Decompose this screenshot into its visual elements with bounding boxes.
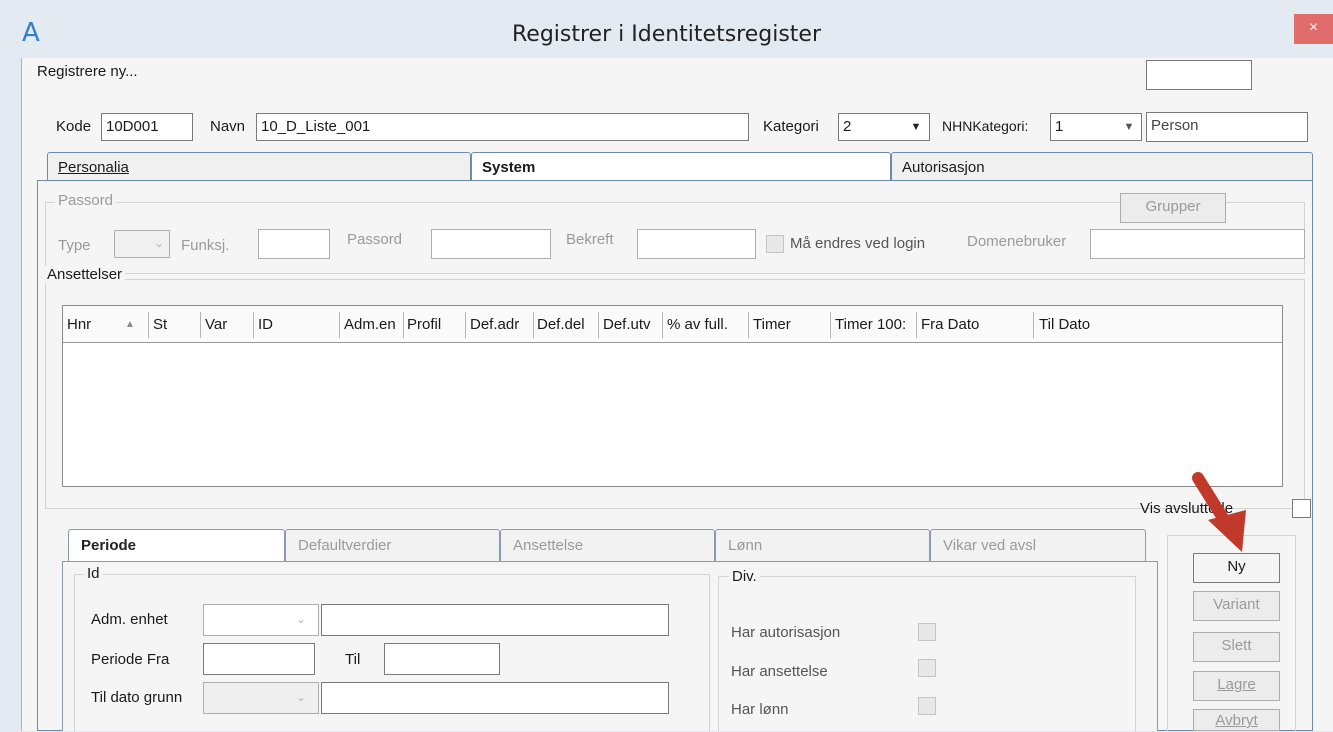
column-header-adm-en[interactable]: Adm.en [344, 316, 404, 333]
column-header-timer-100[interactable]: Timer 100: [835, 316, 917, 333]
column-header-def-utv[interactable]: Def.utv [603, 316, 663, 333]
nhnkategori-value: 1 [1055, 118, 1064, 135]
adm-enhet-label: Adm. enhet [91, 611, 168, 628]
chevron-down-icon[interactable]: ▼ [906, 115, 926, 139]
til-dato-grunn-label: Til dato grunn [91, 689, 183, 706]
har-autorisasjon-label: Har autorisasjon [731, 624, 841, 641]
vis-avsluttede-checkbox[interactable] [1292, 499, 1311, 518]
chevron-down-icon[interactable]: ▼ [1119, 115, 1139, 139]
domenebruker-label: Domenebruker [967, 233, 1067, 250]
tab-autorisasjon[interactable]: Autorisasjon [891, 152, 1313, 181]
chevron-down-icon[interactable]: ⌄ [291, 686, 311, 710]
passord-input[interactable] [431, 229, 551, 259]
column-header-til-dato[interactable]: Til Dato [1039, 316, 1090, 333]
column-header-timer[interactable]: Timer [753, 316, 791, 333]
kategori-value: 2 [843, 118, 852, 135]
har-lonn-label: Har lønn [731, 701, 789, 718]
til-dato-grunn-text[interactable] [321, 682, 669, 714]
red-arrow-annotation [1192, 472, 1246, 552]
mode-label: Registrere ny... [37, 63, 138, 80]
funksj-input[interactable] [258, 229, 330, 259]
column-header-var[interactable]: Var [205, 316, 227, 333]
column-header-hnr[interactable]: Hnr [67, 316, 91, 333]
subtab-vikar-ved-avsl[interactable]: Vikar ved avsl [930, 529, 1146, 562]
ansettelser-grid[interactable]: Hnr ▲ St Var ID Adm.en Profil Def.adr De… [62, 305, 1283, 487]
til-label: Til [345, 651, 361, 668]
ansettelser-group-title: Ansettelser [44, 266, 126, 283]
har-ansettelse-label: Har ansettelse [731, 663, 828, 680]
column-header-av-full[interactable]: % av full. [667, 316, 747, 333]
periode-til-input[interactable] [384, 643, 500, 675]
grid-header: Hnr ▲ St Var ID Adm.en Profil Def.adr De… [63, 306, 1282, 343]
slett-button[interactable]: Slett [1193, 632, 1280, 662]
close-button[interactable]: × [1294, 14, 1333, 44]
tab-system[interactable]: System [471, 152, 891, 181]
div-group-title: Div. [729, 568, 760, 585]
column-header-def-adr[interactable]: Def.adr [470, 316, 530, 333]
subtab-lonn[interactable]: Lønn [715, 529, 930, 562]
variant-button[interactable]: Variant [1193, 591, 1280, 621]
endres-ved-login-checkbox[interactable] [766, 235, 784, 253]
window-title: Registrer i Identitetsregister [512, 22, 821, 47]
nhnkategori-text: Person [1146, 112, 1308, 142]
grupper-button[interactable]: Grupper [1120, 193, 1226, 223]
type-label: Type [58, 237, 91, 254]
chevron-down-icon[interactable]: ⌄ [149, 232, 169, 256]
tab-personalia[interactable]: Personalia [47, 152, 471, 181]
bekreft-input[interactable] [637, 229, 756, 259]
har-lonn-checkbox[interactable] [918, 697, 936, 715]
domenebruker-input[interactable] [1090, 229, 1305, 259]
subtab-ansettelse[interactable]: Ansettelse [500, 529, 715, 562]
adm-enhet-text[interactable] [321, 604, 669, 636]
kode-label: Kode [56, 118, 92, 135]
kode-input[interactable]: 10D001 [101, 113, 193, 141]
passord-label: Passord [347, 231, 403, 248]
column-header-st[interactable]: St [153, 316, 167, 333]
column-header-fra-dato[interactable]: Fra Dato [921, 316, 979, 333]
har-autorisasjon-checkbox[interactable] [918, 623, 936, 641]
bekreft-label: Bekreft [566, 231, 614, 248]
avbryt-button[interactable]: Avbryt [1193, 709, 1280, 731]
top-right-field[interactable] [1146, 60, 1252, 90]
periode-fra-label: Periode Fra [91, 651, 170, 668]
funksj-label: Funksj. [181, 237, 230, 254]
chevron-down-icon[interactable]: ⌄ [291, 608, 311, 632]
navn-input[interactable]: 10_D_Liste_001 [256, 113, 749, 141]
har-ansettelse-checkbox[interactable] [918, 659, 936, 677]
kategori-label: Kategori [763, 118, 819, 135]
column-header-profil[interactable]: Profil [407, 316, 463, 333]
subtab-periode[interactable]: Periode [68, 529, 285, 562]
id-group-title: Id [84, 565, 103, 582]
passord-group-title: Passord [55, 192, 117, 209]
nhnkategori-label: NHNKategori: [942, 118, 1029, 134]
column-header-def-del[interactable]: Def.del [537, 316, 597, 333]
periode-fra-input[interactable] [203, 643, 315, 675]
lagre-button[interactable]: Lagre [1193, 671, 1280, 701]
close-icon: × [1308, 19, 1319, 36]
navn-label: Navn [210, 118, 246, 135]
column-header-id[interactable]: ID [258, 316, 273, 333]
subtab-defaultverdier[interactable]: Defaultverdier [285, 529, 500, 562]
endres-ved-login-label: Må endres ved login [790, 235, 926, 252]
sort-ascending-icon: ▲ [125, 319, 135, 330]
main-tabstrip: Personalia System Autorisasjon [47, 152, 1313, 181]
